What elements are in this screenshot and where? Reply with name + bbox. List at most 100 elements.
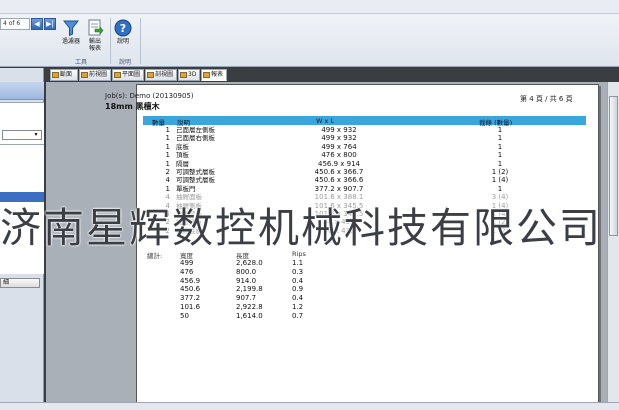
summary-rips: 1.2 (292, 303, 304, 311)
row-qty: 1 (165, 184, 170, 193)
row-description: 底板 (176, 142, 189, 151)
summary-width: 450.6 (180, 285, 201, 294)
plan-view-icon (114, 72, 121, 78)
row-size: 499 x 764 (321, 142, 357, 151)
tab-label: 3D (188, 71, 197, 78)
row-size: 450.6 x 366.7 (314, 168, 364, 176)
export-report-icon (88, 19, 104, 36)
row-description: 己面層右側板 (176, 134, 215, 143)
row-size: 456.9 x 914 (318, 159, 360, 168)
summary-rips: 0.9 (292, 285, 304, 294)
summary-row: 101.6 2,922.8 1.2 (0, 303, 619, 312)
page-indicator[interactable]: 4 of 6 (0, 18, 30, 30)
summary-rips: 0.3 (292, 267, 304, 276)
tab-plan-view[interactable]: 平面圖 (112, 69, 144, 81)
summary-length: 800.0 (236, 267, 257, 276)
group-label-help: 說明 (118, 59, 131, 66)
row-qty: 1 (165, 134, 170, 143)
summary-row: 377.2 907.7 0.4 (0, 294, 619, 303)
summary-length: 2,628.0 (236, 259, 263, 267)
summary-width: 456.9 (180, 276, 201, 285)
help-button[interactable]: ? 說明 (108, 19, 138, 61)
row-size: 377.2 x 907.7 (314, 184, 364, 193)
group-separator (140, 18, 141, 64)
tab-3d[interactable]: 3D (178, 69, 200, 81)
table-row: 1 隔層 456.9 x 914 1 (0, 160, 619, 168)
board-title: 18mm 黑檀木 (105, 102, 160, 111)
left-panel-header (0, 82, 44, 100)
export-report-label: 輸出 報表 (88, 38, 101, 52)
row-qty: 4 (165, 176, 170, 185)
tab-label: 斷面 (60, 71, 73, 78)
summary-row: 456.9 914.0 0.4 (0, 277, 619, 286)
help-icon: ? (114, 19, 132, 37)
row-bars: 1 (4) (491, 176, 509, 185)
row-size: 499 x 932 (321, 134, 357, 143)
front-view-icon (81, 72, 88, 78)
summary-width: 377.2 (180, 294, 201, 303)
summary-width: 50 (180, 311, 189, 320)
ribbon-toolbar: 4 of 6 ◀ ▶| 過濾器 輸出 報表 ? 說明 工具 說明 (0, 0, 619, 67)
table-row: 1 己面層右側板 499 x 932 1 (0, 134, 619, 142)
table-header-bar (143, 116, 586, 125)
table-row: 1 單板門 377.2 x 907.7 1 (0, 185, 619, 193)
status-bar (0, 402, 619, 410)
tab-front-view[interactable]: 前視圖 (79, 69, 111, 81)
row-bars: 1 (497, 134, 503, 143)
row-bars: 1 (497, 159, 503, 168)
summary-row: 499 2,628.0 1.1 (0, 259, 619, 268)
export-report-button[interactable]: 輸出 報表 (80, 19, 110, 61)
row-bars: 1 (2) (491, 168, 509, 176)
tab-label: 報表 (211, 71, 224, 78)
tab-label: 前視圖 (89, 71, 108, 78)
tab-label: 平面圖 (122, 71, 141, 78)
section-icon (52, 72, 59, 78)
row-description: 單板門 (176, 184, 196, 193)
3d-icon (180, 72, 187, 78)
tab-label: 剖視圖 (155, 71, 174, 78)
row-qty: 2 (165, 168, 170, 176)
report-icon (203, 72, 210, 78)
group-label-tools: 工具 (74, 59, 87, 66)
summary-rips: 1.1 (292, 259, 304, 267)
row-description: 可調整式層板 (176, 176, 215, 185)
row-size: 499 x 932 (321, 126, 357, 134)
summary-width: 476 (180, 267, 194, 276)
tab-cross-section[interactable]: 剖視圖 (145, 69, 177, 81)
row-size: 450.6 x 366.6 (314, 176, 364, 185)
row-bars: 1 (497, 184, 503, 193)
cross-section-icon (147, 72, 154, 78)
summary-row: 476 800.0 0.3 (0, 268, 619, 277)
summary-rips: 0.4 (292, 276, 304, 285)
summary-rips: 0.4 (292, 294, 304, 303)
app-window: 4 of 6 ◀ ▶| 過濾器 輸出 報表 ? 說明 工具 說明 ▾ 細 斷面 … (0, 0, 619, 410)
summary-row: 50 1,614.0 0.7 (0, 312, 619, 321)
row-description: 可調整式層板 (176, 168, 215, 176)
previous-page-icon[interactable]: ◀ (31, 18, 43, 30)
summary-length: 2,199.8 (236, 285, 263, 294)
table-row: 1 己面層左側板 499 x 932 1 (0, 126, 619, 134)
summary-length: 2,922.8 (236, 303, 263, 311)
job-title: Job(s): Demo (20130905) (105, 92, 194, 100)
last-page-icon[interactable]: ▶| (44, 18, 56, 30)
help-button-label: 說明 (116, 38, 129, 45)
table-row: 1 頂板 476 x 800 1 (0, 151, 619, 159)
row-description: 己面層左側板 (176, 126, 215, 134)
watermark-text: 济南星辉数控机械科技有限公司 (0, 204, 602, 252)
row-qty: 1 (165, 159, 170, 168)
row-qty: 1 (165, 151, 170, 160)
tab-section[interactable]: 斷面 (50, 69, 78, 81)
ribbon-tab-strip (0, 0, 619, 14)
tab-report[interactable]: 報表 (201, 69, 227, 81)
summary-length: 914.0 (236, 276, 257, 285)
table-row: 2 可調整式層板 450.6 x 366.7 1 (2) (0, 168, 619, 176)
row-description: 頂板 (176, 151, 189, 160)
row-size: 476 x 800 (321, 151, 357, 160)
row-qty: 1 (165, 126, 170, 134)
table-row: 4 可調整式層板 450.6 x 366.6 1 (4) (0, 176, 619, 184)
table-row: 1 底板 499 x 764 1 (0, 143, 619, 151)
summary-length: 1,614.0 (236, 311, 263, 320)
header-size: W x L (316, 117, 335, 125)
row-description: 隔層 (176, 159, 189, 168)
filter-icon (62, 20, 80, 37)
